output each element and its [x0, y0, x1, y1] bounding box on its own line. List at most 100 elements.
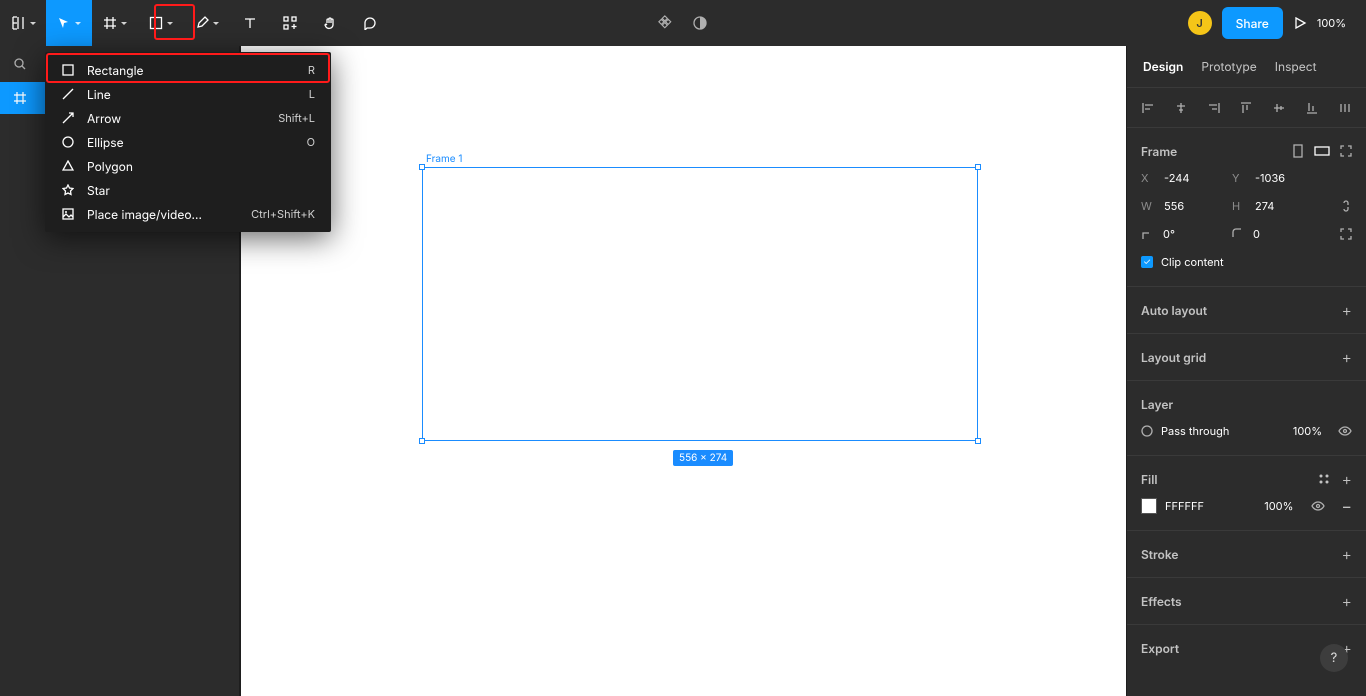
blend-mode[interactable]: Pass through	[1161, 424, 1229, 438]
h-input[interactable]: 274	[1255, 199, 1315, 213]
link-wh-icon[interactable]	[1340, 199, 1352, 213]
shape-tool[interactable]	[138, 0, 184, 46]
frame-icon	[14, 92, 26, 104]
add-layout-grid[interactable]: +	[1342, 347, 1352, 367]
fill-swatch[interactable]	[1141, 498, 1157, 514]
resize-fit-icon[interactable]	[1340, 145, 1352, 157]
pen-tool[interactable]	[184, 0, 230, 46]
align-right-icon[interactable]	[1207, 101, 1221, 115]
dropdown-item-shortcut: Ctrl+Shift+K	[251, 207, 315, 221]
chevron-down-icon	[167, 22, 173, 25]
layout-grid-title: Layout grid	[1141, 350, 1206, 365]
dropdown-item-label: Polygon	[87, 159, 133, 174]
selected-frame[interactable]	[422, 167, 978, 441]
dropdown-item-shortcut: R	[308, 63, 315, 77]
tab-design[interactable]: Design	[1143, 59, 1183, 74]
dropdown-item-label: Line	[87, 87, 111, 102]
fill-opacity[interactable]: 100%	[1264, 499, 1293, 513]
align-vcenter-icon[interactable]	[1272, 101, 1286, 115]
main-menu-button[interactable]	[0, 0, 46, 46]
corner-input[interactable]: 0	[1253, 227, 1313, 241]
remove-fill[interactable]: −	[1341, 496, 1352, 516]
hand-tool[interactable]	[310, 0, 350, 46]
resources-tool[interactable]	[270, 0, 310, 46]
dropdown-item-label: Rectangle	[87, 63, 143, 78]
dropdown-item-label: Place image/video...	[87, 207, 202, 222]
align-top-icon[interactable]	[1239, 101, 1253, 115]
line-icon	[61, 87, 75, 101]
align-left-icon[interactable]	[1141, 101, 1155, 115]
frame-section-title: Frame	[1141, 144, 1177, 159]
dropdown-item-shortcut: L	[309, 87, 315, 101]
share-button[interactable]: Share	[1222, 7, 1283, 39]
top-toolbar: J Share 100%	[0, 0, 1366, 46]
eye-icon[interactable]	[1311, 501, 1325, 511]
image-icon	[61, 207, 75, 221]
fill-hex[interactable]: FFFFFF	[1165, 499, 1204, 513]
dropdown-item-star[interactable]: Star	[45, 178, 331, 202]
w-input[interactable]: 556	[1164, 199, 1224, 213]
dropdown-item-rectangle[interactable]: Rectangle R	[45, 58, 331, 82]
frame-section: Frame X -244 Y -1036 W 556 H 274 0°	[1127, 128, 1366, 287]
eye-icon[interactable]	[1338, 426, 1352, 436]
inspector-tabs: Design Prototype Inspect	[1127, 46, 1366, 88]
dropdown-item-shortcut: O	[307, 135, 315, 149]
landscape-icon[interactable]	[1314, 145, 1330, 157]
tab-prototype[interactable]: Prototype	[1201, 59, 1256, 74]
align-bottom-icon[interactable]	[1305, 101, 1319, 115]
dropdown-item-arrow[interactable]: Arrow Shift+L	[45, 106, 331, 130]
tidy-icon[interactable]	[1338, 101, 1352, 115]
chevron-down-icon	[30, 22, 36, 25]
independent-corners-icon[interactable]	[1340, 228, 1352, 240]
clip-content-checkbox[interactable]: ✓	[1141, 256, 1153, 268]
selection-handle[interactable]	[975, 438, 981, 444]
move-tool[interactable]	[46, 0, 92, 46]
rotation-input[interactable]: 0°	[1163, 227, 1223, 241]
dropdown-item-ellipse[interactable]: Ellipse O	[45, 130, 331, 154]
frame-label[interactable]: Frame 1	[426, 153, 462, 165]
mask-icon[interactable]	[692, 15, 708, 31]
toolbar-center	[658, 0, 708, 46]
y-input[interactable]: -1036	[1255, 171, 1315, 185]
layer-opacity[interactable]: 100%	[1293, 424, 1322, 438]
text-tool[interactable]	[230, 0, 270, 46]
add-stroke[interactable]: +	[1342, 544, 1352, 564]
fill-section: Fill + FFFFFF 100% −	[1127, 456, 1366, 531]
present-icon[interactable]	[1293, 16, 1307, 30]
components-icon[interactable]	[658, 15, 674, 31]
stroke-section: Stroke +	[1127, 531, 1366, 578]
dropdown-item-polygon[interactable]: Polygon	[45, 154, 331, 178]
x-input[interactable]: -244	[1164, 171, 1224, 185]
frame-tool[interactable]	[92, 0, 138, 46]
rectangle-icon	[61, 63, 75, 77]
polygon-icon	[61, 159, 75, 173]
add-auto-layout[interactable]: +	[1342, 300, 1352, 320]
selection-handle[interactable]	[419, 438, 425, 444]
dropdown-item-line[interactable]: Line L	[45, 82, 331, 106]
styles-icon[interactable]	[1318, 473, 1330, 485]
canvas[interactable]: Frame 1 556 × 274	[240, 46, 1126, 696]
align-hcenter-icon[interactable]	[1174, 101, 1188, 115]
dimensions-badge: 556 × 274	[673, 450, 733, 466]
alignment-row	[1127, 88, 1366, 128]
tab-inspect[interactable]: Inspect	[1275, 59, 1317, 74]
arrow-icon	[61, 111, 75, 125]
dropdown-item-place-image[interactable]: Place image/video... Ctrl+Shift+K	[45, 202, 331, 226]
dropdown-item-shortcut: Shift+L	[278, 111, 315, 125]
add-fill[interactable]: +	[1342, 469, 1352, 489]
layer-title: Layer	[1141, 397, 1173, 412]
fill-title: Fill	[1141, 472, 1157, 487]
y-label: Y	[1232, 171, 1247, 185]
avatar[interactable]: J	[1188, 11, 1212, 35]
help-button[interactable]: ?	[1320, 644, 1348, 672]
comment-tool[interactable]	[350, 0, 390, 46]
selection-handle[interactable]	[419, 164, 425, 170]
selection-handle[interactable]	[975, 164, 981, 170]
add-effect[interactable]: +	[1342, 591, 1352, 611]
portrait-icon[interactable]	[1292, 144, 1304, 158]
dropdown-item-label: Arrow	[87, 111, 121, 126]
auto-layout-title: Auto layout	[1141, 303, 1207, 318]
toolbar-left	[0, 0, 390, 46]
chevron-down-icon	[75, 22, 81, 25]
zoom-control[interactable]: 100%	[1317, 16, 1350, 30]
